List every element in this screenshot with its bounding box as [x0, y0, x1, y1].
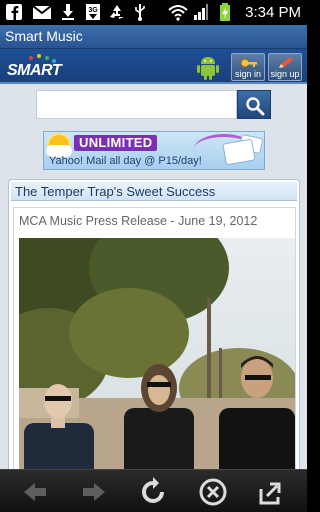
logo-dot [29, 56, 33, 60]
web-content[interactable]: UNLIMITED Yahoo! Mail all day @ P15/day!… [0, 84, 307, 469]
logo-dot [45, 56, 49, 60]
band-photo[interactable] [19, 238, 295, 469]
banner-headline: UNLIMITED [74, 135, 158, 151]
share-icon[interactable] [256, 477, 286, 507]
smart-logo[interactable]: SMART [7, 54, 69, 80]
android-icon[interactable] [196, 54, 220, 80]
app-title-bar: Smart Music [0, 25, 307, 49]
sign-up-button[interactable]: sign up [268, 53, 302, 81]
svg-text:3G: 3G [88, 7, 98, 14]
sign-up-label: sign up [270, 69, 300, 79]
signal-icon [194, 4, 208, 20]
sign-in-label: sign in [234, 69, 261, 79]
clock: 3:34 PM [245, 4, 301, 21]
wifi-icon [168, 5, 188, 21]
article-title-bar[interactable]: The Temper Trap's Sweet Success [11, 182, 297, 201]
pencil-icon [279, 57, 293, 68]
sign-in-button[interactable]: sign in [231, 53, 265, 81]
press-release-line: MCA Music Press Release - June 19, 2012 [19, 214, 258, 228]
logo-dot [37, 54, 41, 58]
search-button[interactable] [237, 90, 271, 119]
gmail-icon [32, 5, 52, 19]
yahoo-mail-ad-banner[interactable]: UNLIMITED Yahoo! Mail all day @ P15/day! [43, 131, 265, 170]
banner-subtext: Yahoo! Mail all day @ P15/day! [49, 155, 202, 167]
search-icon [246, 97, 265, 116]
usb-icon [135, 4, 145, 21]
status-bar: 3G 3:34 PM [0, 0, 307, 25]
facebook-icon [6, 4, 22, 20]
back-arrow-icon[interactable] [20, 477, 50, 507]
article-title[interactable]: The Temper Trap's Sweet Success [15, 184, 215, 199]
recycle-icon [110, 5, 124, 19]
article-body: MCA Music Press Release - June 19, 2012 [13, 207, 296, 469]
article-card: The Temper Trap's Sweet Success MCA Musi… [8, 179, 300, 469]
key-icon [240, 58, 257, 68]
refresh-icon[interactable] [138, 477, 168, 507]
logo-text: SMART [7, 62, 62, 79]
app-title: Smart Music [5, 28, 83, 44]
stop-icon[interactable] [198, 477, 228, 507]
site-header: SMART sign in sign up [0, 49, 307, 84]
search-input[interactable] [36, 90, 237, 119]
forward-arrow-icon[interactable] [79, 477, 109, 507]
download-icon [62, 4, 74, 20]
browser-bottom-bar [0, 469, 307, 512]
battery-charging-icon [220, 3, 230, 21]
3g-icon: 3G [86, 4, 100, 20]
